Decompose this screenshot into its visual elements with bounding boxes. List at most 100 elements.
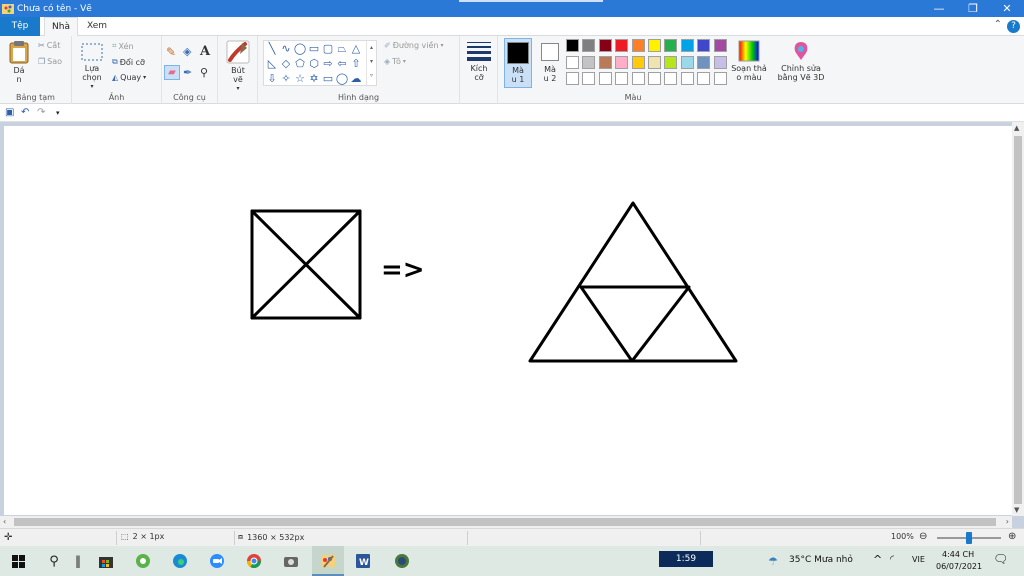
color-swatch[interactable] [615,72,629,85]
hexagon-shape[interactable]: ⬡ [307,57,321,70]
color-swatch[interactable] [697,55,711,69]
diamond-shape[interactable]: ◇ [279,57,293,70]
color-swatch[interactable] [615,55,629,69]
horizontal-scrollbar[interactable]: ‹ › [0,516,1012,528]
color-swatch[interactable] [680,39,694,52]
close-button[interactable]: ✕ [990,0,1024,17]
color-swatch[interactable] [631,55,645,69]
zoom-out-icon[interactable]: ⊖ [919,531,927,542]
edge-icon[interactable] [170,551,190,571]
text-tool[interactable]: A [200,44,210,59]
pentagon-shape[interactable]: ⬠ [293,57,307,70]
notification-icon[interactable]: 🗨 [993,552,1008,566]
media-time[interactable]: 1:59 [659,551,713,567]
brushes-button[interactable]: Bút vẽ ▾ [224,40,252,93]
four-point-star-shape[interactable]: ✧ [279,72,293,85]
chevron-up-icon[interactable]: ^ [873,553,882,566]
shapes-scroll[interactable]: ▴ ▾ ▿ [366,41,376,85]
color-swatch[interactable] [598,39,612,52]
line-shape[interactable]: ╲ [265,42,279,55]
cloud-callout-shape[interactable]: ☁ [349,72,363,85]
color-swatch[interactable] [582,72,596,85]
search-icon[interactable]: ⚲ [44,551,64,571]
color-swatch[interactable] [648,72,661,85]
vertical-scroll-thumb[interactable] [1014,136,1022,504]
app-globe-icon[interactable] [392,551,412,571]
triangle-shape[interactable]: △ [349,42,363,55]
fill-button[interactable]: ◈ Tô ▾ [384,57,406,66]
drawing-canvas[interactable]: => [4,126,1012,515]
paste-button[interactable]: Dá n [6,40,32,84]
color-swatch[interactable] [582,55,596,69]
six-point-star-shape[interactable]: ✡ [307,72,321,85]
color-swatch[interactable] [664,39,678,52]
color-swatch[interactable] [566,55,579,69]
rectangle-shape[interactable]: ▭ [307,42,321,55]
color-swatch[interactable] [697,72,711,85]
save-icon[interactable]: ▣ [5,107,14,118]
color-swatch[interactable] [631,39,645,52]
edit-paint3d-button[interactable]: Chỉnh sửa bằng Vẽ 3D [776,40,826,82]
tab-file[interactable]: Tệp [0,17,40,36]
color-swatch[interactable] [631,72,645,85]
magnifier-tool[interactable]: ⚲ [200,66,208,79]
color-swatch[interactable] [713,55,727,69]
color-swatch[interactable] [648,55,661,69]
color1-button[interactable]: Mà u 1 [504,38,532,88]
color2-button[interactable]: Mà u 2 [536,38,564,88]
network-icon[interactable]: ◜ [890,554,894,565]
polygon-shape[interactable]: ⏢ [335,42,349,55]
scroll-up-icon[interactable]: ▲ [1014,124,1019,132]
five-point-star-shape[interactable]: ☆ [293,72,307,85]
color-swatch[interactable] [680,72,694,85]
scroll-right-icon[interactable]: › [1006,517,1009,526]
copy-button[interactable]: ❐ Sao [38,57,62,66]
color-swatch[interactable] [566,39,579,52]
rounded-rectangle-shape[interactable]: ▢ [321,42,335,55]
outline-button[interactable]: ✐ Đường viền ▾ [384,41,444,50]
fill-tool[interactable]: ◈ [183,45,191,58]
color-swatch[interactable] [664,55,678,69]
size-button[interactable]: Kích cỡ [465,40,493,82]
oval-callout-shape[interactable]: ◯ [335,72,349,85]
color-swatch[interactable] [713,39,727,52]
color-swatch[interactable] [680,55,694,69]
clock-time[interactable]: 4:44 CH [942,550,974,559]
color-swatch[interactable] [582,39,596,52]
horizontal-scroll-thumb[interactable] [14,518,996,526]
vertical-scrollbar[interactable]: ▲ ▼ [1012,122,1024,516]
customize-qat-icon[interactable]: ▾ [56,109,60,117]
curve-shape[interactable]: ∿ [279,42,293,55]
app-green-icon[interactable] [133,551,153,571]
color-swatch[interactable] [615,39,629,52]
minimize-button[interactable]: — [922,0,956,17]
rect-callout-shape[interactable]: ▭ [321,72,335,85]
scroll-left-icon[interactable]: ‹ [3,517,6,526]
eraser-tool[interactable]: ▰ [164,65,180,80]
crop-button[interactable]: ⌗ Xén [112,41,134,51]
task-view-icon[interactable]: ‖ [68,551,88,571]
down-arrow-shape[interactable]: ⇩ [265,72,279,85]
paint-taskbar-icon[interactable] [318,551,338,571]
help-button[interactable]: ? [1007,20,1020,33]
right-arrow-shape[interactable]: ⇨ [321,57,335,70]
color-swatch[interactable] [598,72,612,85]
word-icon[interactable]: W [353,551,373,571]
right-triangle-shape[interactable]: ◺ [265,57,279,70]
redo-icon[interactable]: ↷ [37,107,45,118]
cut-button[interactable]: ✂ Cắt [38,41,60,50]
collapse-ribbon-icon[interactable]: ⌃ [994,19,1002,30]
camera-icon[interactable] [281,551,301,571]
language-indicator[interactable]: VIE [912,555,925,564]
color-swatch[interactable] [648,39,661,52]
color-picker-tool[interactable]: ✒ [183,66,192,79]
scroll-down-icon[interactable]: ▼ [1014,506,1019,514]
oval-shape[interactable]: ◯ [293,42,307,55]
select-button[interactable]: Lựa chọn ▾ [78,42,106,91]
restore-button[interactable]: ❐ [956,0,990,17]
zoom-app-icon[interactable] [207,551,227,571]
resize-button[interactable]: ⧉ Đổi cỡ [112,57,145,67]
zoom-slider-thumb[interactable] [966,532,972,544]
undo-icon[interactable]: ↶ [21,107,29,118]
weather-text[interactable]: 35°C Mưa nhỏ [789,555,853,565]
